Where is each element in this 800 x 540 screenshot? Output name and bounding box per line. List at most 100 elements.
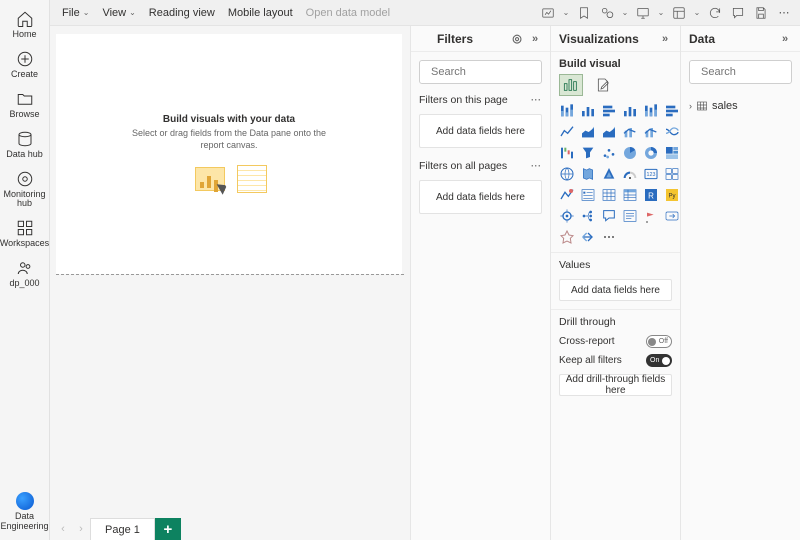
menu-view[interactable]: View⌄ [96, 4, 141, 22]
cross-report-label: Cross-report [559, 336, 615, 347]
svg-text:123: 123 [647, 172, 656, 178]
viz-line[interactable] [558, 123, 576, 141]
viz-table[interactable] [600, 186, 618, 204]
viz-combo[interactable] [642, 123, 660, 141]
nav-home[interactable]: Home [1, 6, 49, 46]
tab-add[interactable]: + [155, 518, 181, 540]
nav-workspaces[interactable]: Workspaces [1, 215, 49, 255]
viz-area[interactable] [600, 123, 618, 141]
nav-data-hub[interactable]: Data hub [1, 126, 49, 166]
tb-persist-icon[interactable] [597, 3, 617, 23]
page-tab-strip: ‹ › Page 1 + [50, 514, 410, 540]
tb-persist-chev[interactable]: ⌄ [620, 3, 630, 23]
viz-decomp[interactable] [579, 207, 597, 225]
nav-data-engineering[interactable]: Data Engineering [1, 488, 49, 540]
viz-stackbar[interactable] [642, 102, 660, 120]
keep-filters-toggle[interactable] [646, 354, 672, 367]
values-drop[interactable]: Add data fields here [559, 279, 672, 301]
viz-narr[interactable] [621, 207, 639, 225]
viz-hbar[interactable] [663, 102, 681, 120]
tb-explore-icon[interactable] [538, 3, 558, 23]
tb-present-chev[interactable]: ⌄ [656, 3, 666, 23]
menu-mobile-layout[interactable]: Mobile layout [222, 4, 299, 22]
viz-stackbar[interactable] [558, 102, 576, 120]
viz-map[interactable] [558, 165, 576, 183]
filters-on-all-drop[interactable]: Add data fields here [419, 180, 542, 214]
tb-more-icon[interactable]: ⋯ [774, 3, 794, 23]
viz-ribbon[interactable] [663, 123, 681, 141]
viz-arrow[interactable] [579, 228, 597, 246]
nav-create[interactable]: Create [1, 46, 49, 86]
tb-present-icon[interactable] [633, 3, 653, 23]
tb-refresh-icon[interactable] [705, 3, 725, 23]
menu-reading-view[interactable]: Reading view [143, 4, 221, 22]
build-visual-mode[interactable] [559, 74, 583, 96]
viz-py[interactable]: Py [663, 186, 681, 204]
format-visual-mode[interactable] [591, 74, 615, 96]
viz-goals[interactable] [642, 207, 660, 225]
tb-save-icon[interactable] [751, 3, 771, 23]
keep-filters-label: Keep all filters [559, 355, 622, 366]
tab-page-1[interactable]: Page 1 [90, 518, 155, 540]
viz-more[interactable] [600, 228, 618, 246]
cross-report-toggle[interactable] [646, 335, 672, 348]
nav-user[interactable]: dp_000 [1, 255, 49, 295]
data-search[interactable] [689, 60, 792, 84]
viz-azmap[interactable] [600, 165, 618, 183]
viz-funnel[interactable] [579, 144, 597, 162]
viz-filledmap[interactable] [579, 165, 597, 183]
filters-show-icon[interactable]: ◎ [510, 32, 524, 46]
tab-next[interactable]: › [72, 518, 90, 540]
filters-search[interactable] [419, 60, 542, 84]
viz-tree[interactable] [663, 144, 681, 162]
data-pane: Data» › sales [680, 26, 800, 540]
viz-hbar[interactable] [600, 102, 618, 120]
nav-monitoring[interactable]: Monitoring hub [1, 166, 49, 216]
menu-open-data-model[interactable]: Open data model [300, 4, 396, 22]
tb-layout-chev[interactable]: ⌄ [692, 3, 702, 23]
viz-build-label: Build visual [551, 52, 680, 74]
viz-bar[interactable] [579, 102, 597, 120]
data-table-sales[interactable]: › sales [689, 98, 792, 114]
report-canvas[interactable]: Build visuals with your data Select or d… [56, 34, 402, 274]
top-toolbar: File⌄ View⌄ Reading view Mobile layout O… [50, 0, 800, 26]
viz-collapse-icon[interactable]: » [658, 32, 672, 46]
tb-comment-icon[interactable] [728, 3, 748, 23]
viz-donut[interactable] [642, 144, 660, 162]
viz-pie[interactable] [621, 144, 639, 162]
tb-bookmark-icon[interactable] [574, 3, 594, 23]
viz-bar[interactable] [621, 102, 639, 120]
filters-pane: Filters ◎ » Filters on this page⋯ Add da… [410, 26, 550, 540]
viz-qna[interactable] [600, 207, 618, 225]
viz-multi[interactable] [663, 165, 681, 183]
viz-keyinf[interactable] [558, 207, 576, 225]
caret-icon: › [689, 101, 692, 111]
viz-matrix[interactable] [621, 186, 639, 204]
viz-waterfall[interactable] [558, 144, 576, 162]
viz-pgnav[interactable] [663, 207, 681, 225]
filters-on-all-more[interactable]: ⋯ [531, 160, 543, 172]
viz-r[interactable]: R [642, 186, 660, 204]
viz-gauge[interactable] [621, 165, 639, 183]
svg-text:Py: Py [668, 194, 675, 200]
tb-layout-icon[interactable] [669, 3, 689, 23]
filters-on-page-more[interactable]: ⋯ [531, 94, 543, 106]
filters-on-all-label: Filters on all pages [419, 160, 507, 172]
tb-explore-chev[interactable]: ⌄ [561, 3, 571, 23]
viz-pbiviz[interactable] [558, 228, 576, 246]
data-collapse-icon[interactable]: » [778, 32, 792, 46]
drill-drop[interactable]: Add drill-through fields here [559, 374, 672, 396]
menu-file[interactable]: File⌄ [56, 4, 95, 22]
values-label: Values [551, 252, 680, 275]
viz-slicer[interactable] [579, 186, 597, 204]
nav-browse[interactable]: Browse [1, 86, 49, 126]
data-search-input[interactable] [701, 66, 800, 78]
viz-area[interactable] [579, 123, 597, 141]
viz-scatter[interactable] [600, 144, 618, 162]
viz-card[interactable]: 123 [642, 165, 660, 183]
filters-collapse-icon[interactable]: » [528, 32, 542, 46]
viz-kpi[interactable] [558, 186, 576, 204]
tab-prev[interactable]: ‹ [54, 518, 72, 540]
filters-on-page-drop[interactable]: Add data fields here [419, 114, 542, 148]
viz-combo[interactable] [621, 123, 639, 141]
